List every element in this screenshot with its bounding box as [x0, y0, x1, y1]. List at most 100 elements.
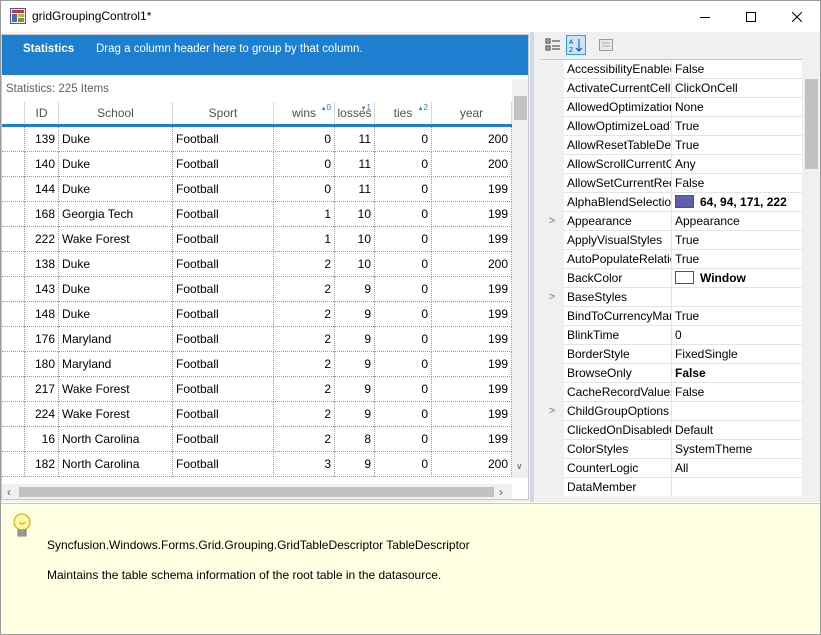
table-row[interactable]: 176 Maryland Football 2 9 0 199 — [2, 327, 512, 352]
cell-school[interactable]: Wake Forest — [59, 377, 173, 402]
cell-ties[interactable]: 0 — [375, 177, 432, 202]
cell-ties[interactable]: 0 — [375, 252, 432, 277]
grid-vscroll-thumb[interactable] — [514, 96, 527, 120]
property-row[interactable]: AlphaBlendSelectionColor 64, 94, 171, 222 — [540, 193, 802, 212]
property-vscroll-thumb[interactable] — [805, 79, 818, 169]
cell-year[interactable]: 199 — [432, 327, 512, 352]
cell-id[interactable]: 168 — [25, 202, 59, 227]
cell-year[interactable]: 199 — [432, 177, 512, 202]
property-row[interactable]: ApplyVisualStyles True — [540, 231, 802, 250]
cell-wins[interactable]: 2 — [274, 377, 335, 402]
property-row[interactable]: > BaseStyles — [540, 288, 802, 307]
table-row[interactable]: 180 Maryland Football 2 9 0 199 — [2, 352, 512, 377]
cell-losses[interactable]: 11 — [335, 177, 375, 202]
group-drop-tag[interactable]: Statistics — [23, 43, 74, 55]
table-row[interactable]: 140 Duke Football 0 11 0 200 — [2, 152, 512, 177]
property-value[interactable]: False — [672, 174, 802, 193]
column-header-sport[interactable]: Sport — [173, 102, 274, 124]
property-value[interactable]: 0 — [672, 326, 802, 345]
cell-school[interactable]: Duke — [59, 252, 173, 277]
table-row[interactable]: 16 North Carolina Football 2 8 0 199 — [2, 427, 512, 452]
cell-year[interactable]: 199 — [432, 227, 512, 252]
property-row[interactable]: AllowedOptimizations None — [540, 98, 802, 117]
property-value[interactable]: False — [672, 364, 802, 383]
cell-id[interactable]: 224 — [25, 402, 59, 427]
cell-ties[interactable]: 0 — [375, 352, 432, 377]
scroll-down-icon[interactable]: ∨ — [516, 460, 523, 472]
maximize-button[interactable] — [728, 1, 774, 32]
property-row[interactable]: ColorStyles SystemTheme — [540, 440, 802, 459]
row-header-cell[interactable] — [2, 402, 25, 427]
table-row[interactable]: 148 Duke Football 2 9 0 199 — [2, 302, 512, 327]
property-row[interactable]: CounterLogic All — [540, 459, 802, 478]
cell-ties[interactable]: 0 — [375, 277, 432, 302]
property-name[interactable]: ClickedOnDisabledCell — [564, 421, 672, 440]
cell-sport[interactable]: Football — [173, 277, 274, 302]
expand-icon[interactable]: > — [540, 212, 564, 231]
cell-wins[interactable]: 2 — [274, 427, 335, 452]
row-header-cell[interactable] — [2, 302, 25, 327]
property-name[interactable]: BaseStyles — [564, 288, 672, 307]
property-row[interactable]: AllowSetCurrentRecordFalse — [540, 174, 802, 193]
table-row[interactable]: 139 Duke Football 0 11 0 200 — [2, 127, 512, 152]
cell-wins[interactable]: 0 — [274, 127, 335, 152]
cell-ties[interactable]: 0 — [375, 427, 432, 452]
scroll-right-icon[interactable]: › — [499, 486, 503, 498]
property-value[interactable]: Appearance — [672, 212, 802, 231]
property-value[interactable]: True — [672, 136, 802, 155]
row-header-cell[interactable] — [2, 452, 25, 477]
row-header-cell[interactable] — [2, 177, 25, 202]
cell-ties[interactable]: 0 — [375, 452, 432, 477]
cell-losses[interactable]: 11 — [335, 127, 375, 152]
cell-ties[interactable]: 0 — [375, 152, 432, 177]
column-header-ties[interactable]: ties ▲2 — [375, 102, 432, 124]
property-name[interactable]: AccessibilityEnabled — [564, 60, 672, 79]
cell-losses[interactable]: 10 — [335, 227, 375, 252]
expand-icon[interactable]: > — [540, 288, 564, 307]
cell-school[interactable]: Duke — [59, 177, 173, 202]
cell-year[interactable]: 199 — [432, 302, 512, 327]
cell-sport[interactable]: Football — [173, 327, 274, 352]
property-value[interactable]: SystemTheme — [672, 440, 802, 459]
property-value[interactable] — [672, 288, 802, 307]
cell-school[interactable]: Wake Forest — [59, 402, 173, 427]
property-name[interactable]: AlphaBlendSelectionColor — [564, 193, 672, 212]
property-value[interactable]: True — [672, 307, 802, 326]
property-row[interactable]: AllowScrollCurrentCellInViewAny — [540, 155, 802, 174]
property-name[interactable]: ApplyVisualStyles — [564, 231, 672, 250]
cell-losses[interactable]: 9 — [335, 327, 375, 352]
cell-school[interactable]: Duke — [59, 152, 173, 177]
property-value[interactable]: True — [672, 231, 802, 250]
cell-year[interactable]: 200 — [432, 127, 512, 152]
property-name[interactable]: ActivateCurrentCellBehavior — [564, 79, 672, 98]
property-row[interactable]: BindToCurrencyManagerTrue — [540, 307, 802, 326]
property-value[interactable]: True — [672, 250, 802, 269]
table-row[interactable]: 217 Wake Forest Football 2 9 0 199 — [2, 377, 512, 402]
cell-sport[interactable]: Football — [173, 402, 274, 427]
cell-losses[interactable]: 8 — [335, 427, 375, 452]
property-pages-button[interactable] — [596, 35, 616, 55]
property-value[interactable]: Any — [672, 155, 802, 174]
property-value[interactable]: True — [672, 117, 802, 136]
row-header-cell[interactable] — [2, 202, 25, 227]
property-row[interactable]: DataMember — [540, 478, 802, 496]
property-value[interactable]: FixedSingle — [672, 345, 802, 364]
cell-year[interactable]: 199 — [432, 402, 512, 427]
cell-school[interactable]: Georgia Tech — [59, 202, 173, 227]
cell-year[interactable]: 199 — [432, 202, 512, 227]
row-header-cell[interactable] — [2, 252, 25, 277]
cell-ties[interactable]: 0 — [375, 227, 432, 252]
cell-year[interactable]: 200 — [432, 252, 512, 277]
cell-id[interactable]: 140 — [25, 152, 59, 177]
property-row[interactable]: BlinkTime 0 — [540, 326, 802, 345]
property-name[interactable]: AllowOptimizeLoadTime — [564, 117, 672, 136]
cell-year[interactable]: 199 — [432, 427, 512, 452]
cell-sport[interactable]: Football — [173, 427, 274, 452]
cell-ties[interactable]: 0 — [375, 327, 432, 352]
table-row[interactable]: 224 Wake Forest Football 2 9 0 199 — [2, 402, 512, 427]
cell-wins[interactable]: 2 — [274, 277, 335, 302]
property-name[interactable]: AllowSetCurrentRecord — [564, 174, 672, 193]
property-name[interactable]: ChildGroupOptions — [564, 402, 672, 421]
cell-wins[interactable]: 0 — [274, 152, 335, 177]
cell-losses[interactable]: 9 — [335, 352, 375, 377]
